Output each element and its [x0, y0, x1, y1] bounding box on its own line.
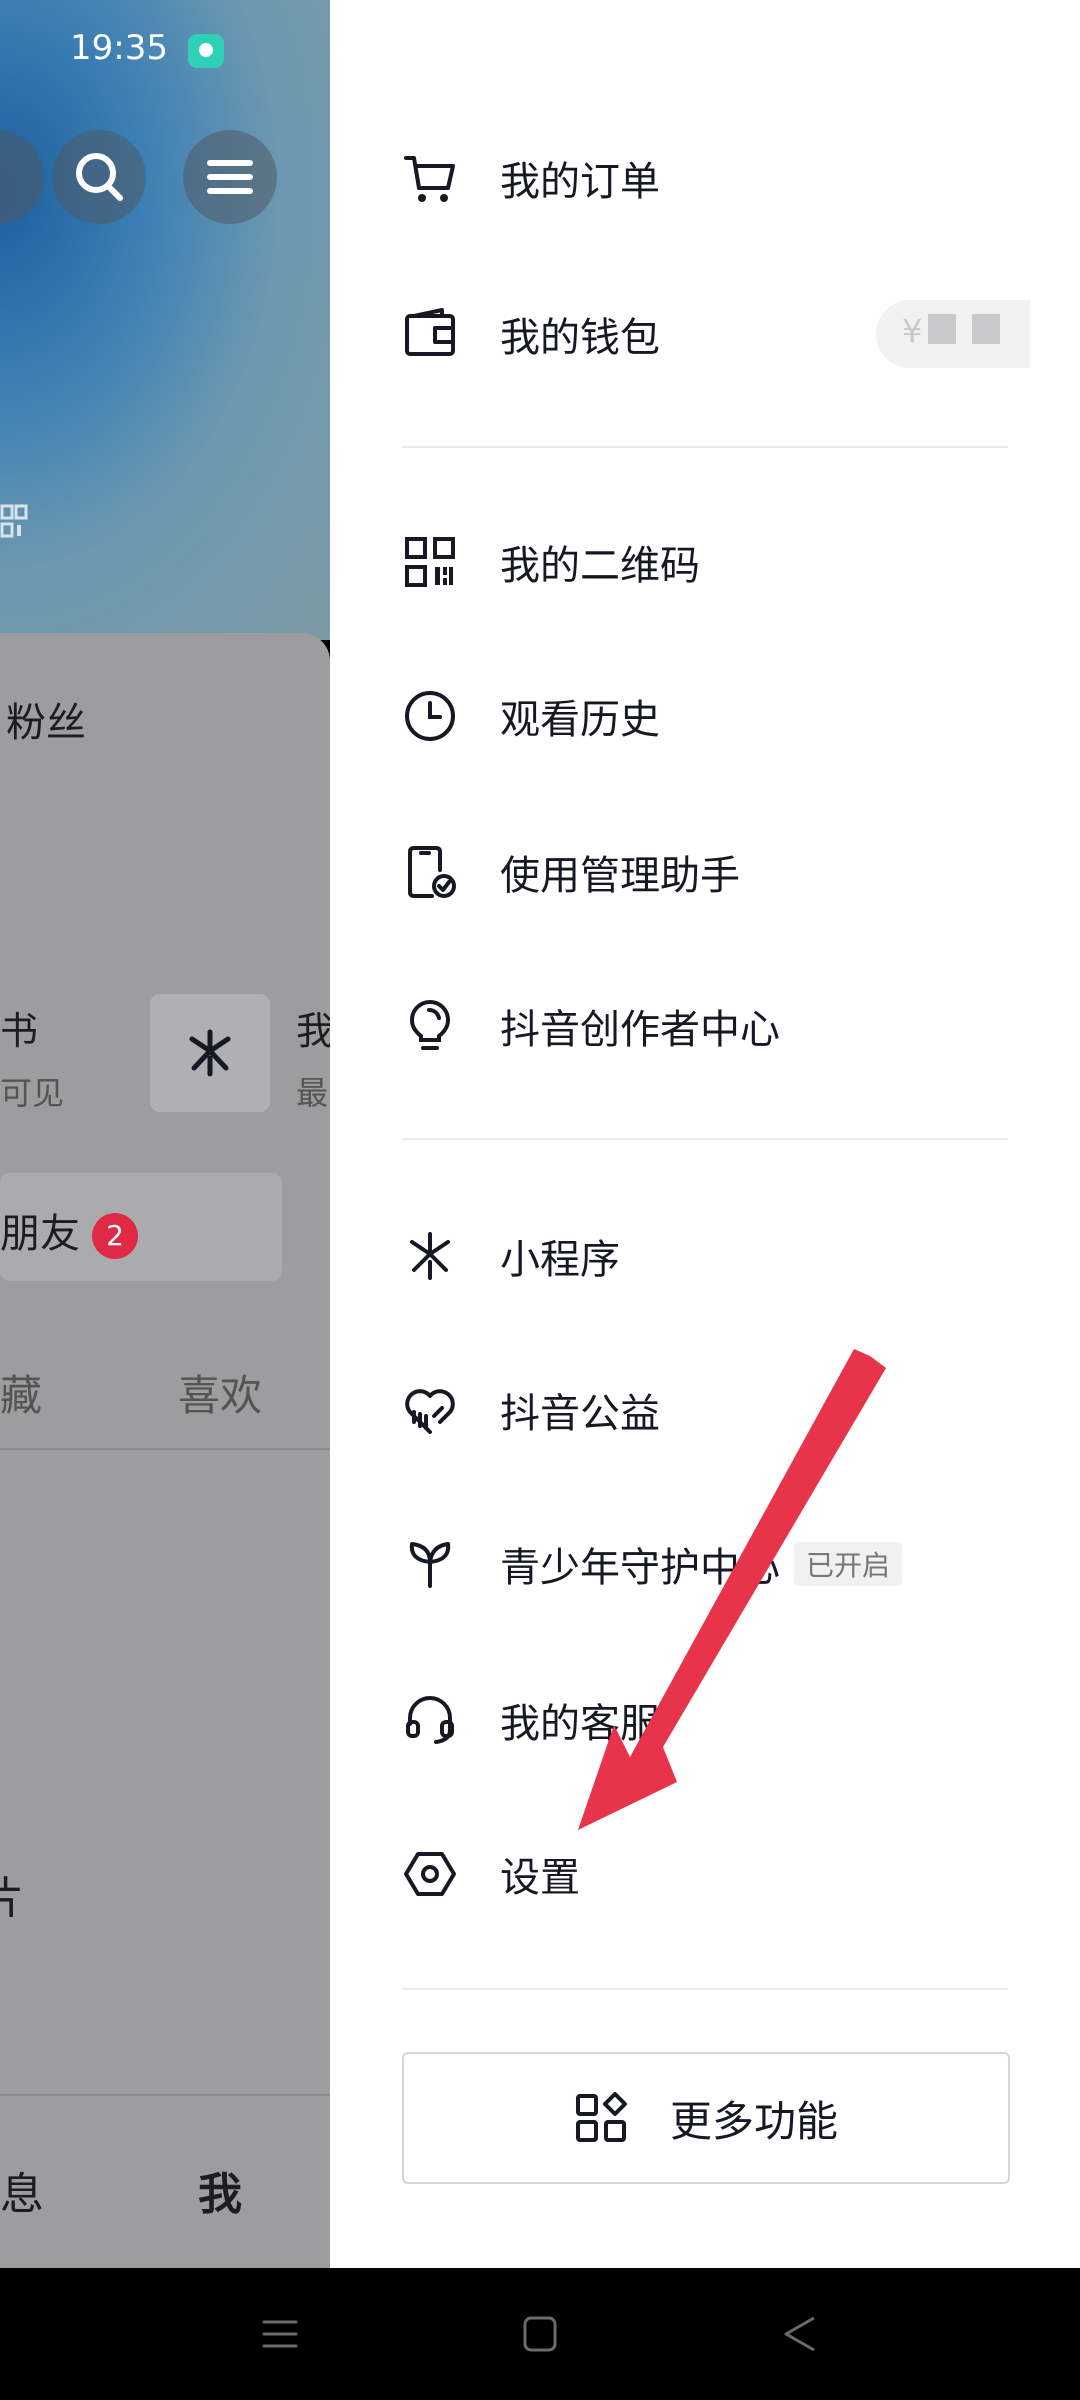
- lightbulb-icon: [402, 998, 458, 1054]
- friends-label: 朋友: [0, 1211, 80, 1257]
- menu-item-label: 观看历史: [500, 697, 660, 743]
- menu-item-label: 我的钱包: [500, 315, 660, 361]
- partial-text: 片: [0, 1873, 24, 1924]
- apps-icon: [575, 2092, 627, 2142]
- tab-collect[interactable]: 藏: [0, 1362, 42, 1423]
- menu-item-creator-center[interactable]: 抖音创作者中心: [402, 986, 780, 1066]
- mini-program-icon: [189, 1029, 231, 1077]
- tabs-divider: [0, 1448, 330, 1450]
- search-icon: [76, 153, 123, 201]
- menu-item-label: 小程序: [500, 1237, 620, 1283]
- side-drawer: 我的订单 我的钱包 ¥ 我的二维码 观看历史 使用管理助手 抖音创作者中心 小程…: [330, 0, 1080, 2268]
- fans-label: 粉丝: [6, 700, 86, 746]
- more-features-label: 更多功能: [669, 2096, 838, 2146]
- app-notification-icon: [188, 34, 224, 68]
- cart-icon: [402, 150, 458, 206]
- menu-divider: [402, 446, 1008, 448]
- menu-item-history[interactable]: 观看历史: [402, 676, 660, 756]
- currency-symbol: ¥: [902, 312, 923, 350]
- menu-item-label: 抖音公益: [500, 1391, 660, 1437]
- menu-item-wallet[interactable]: 我的钱包: [402, 294, 660, 374]
- menu-item-label: 我的客服: [500, 1701, 660, 1747]
- menu-item-label: 青少年守护中心: [500, 1545, 780, 1591]
- status-tag: 已开启: [794, 1542, 903, 1586]
- friends-badge: 2: [92, 1213, 138, 1259]
- menu-item-charity[interactable]: 抖音公益: [402, 1370, 660, 1450]
- mini-program-icon: [402, 1228, 458, 1284]
- menu-item-label: 设置: [500, 1855, 580, 1901]
- mini-program-card[interactable]: [150, 994, 270, 1112]
- phone-check-icon: [402, 844, 458, 900]
- menu-button[interactable]: [183, 130, 277, 224]
- card-left-title: 书: [0, 1009, 39, 1053]
- wallet-icon: [402, 306, 458, 362]
- menu-item-qrcode[interactable]: 我的二维码: [402, 522, 700, 602]
- card-right-title: 我: [296, 1009, 330, 1053]
- menu-divider: [402, 1138, 1008, 1140]
- menu-item-orders[interactable]: 我的订单: [402, 138, 660, 218]
- status-time: 19:35: [70, 28, 168, 68]
- settings-hexagon-icon: [402, 1846, 458, 1902]
- add-friends-bar[interactable]: 朋友 2: [0, 1173, 282, 1281]
- card-right-subtitle: 最: [296, 1074, 329, 1112]
- menu-item-youth-protection[interactable]: 青少年守护中心 已开启: [402, 1524, 903, 1604]
- profile-body: [0, 633, 330, 2268]
- tab-like[interactable]: 喜欢: [178, 1362, 262, 1423]
- menu-item-settings[interactable]: 设置: [402, 1834, 580, 1914]
- sprout-icon: [402, 1536, 458, 1592]
- clock-icon: [402, 688, 458, 744]
- menu-item-label: 使用管理助手: [500, 853, 740, 899]
- headset-icon: [402, 1692, 458, 1748]
- bottom-nav-divider: [0, 2094, 330, 2096]
- menu-item-customer-service[interactable]: 我的客服: [402, 1680, 660, 1760]
- menu-item-label: 我的二维码: [500, 543, 700, 589]
- charity-heart-icon: [402, 1382, 458, 1438]
- menu-item-mini-programs[interactable]: 小程序: [402, 1216, 620, 1296]
- system-navigation-bar: [0, 2268, 1080, 2400]
- home-square-icon[interactable]: [510, 2304, 570, 2364]
- qrcode-icon: [402, 534, 458, 590]
- menu-icon[interactable]: [250, 2304, 310, 2364]
- menu-divider: [402, 1988, 1008, 1990]
- wallet-balance-badge[interactable]: ¥: [876, 300, 1030, 368]
- more-features-button[interactable]: 更多功能: [402, 2052, 1010, 2184]
- nav-message[interactable]: 息: [0, 2158, 44, 2222]
- qrcode-mini-icon[interactable]: [0, 504, 28, 538]
- menu-item-label: 我的订单: [500, 159, 660, 205]
- menu-item-usage-assistant[interactable]: 使用管理助手: [402, 832, 740, 912]
- background-profile-page: 19:35 粉丝 书 可见 我 最 朋友 2 藏 喜欢 片 息 我: [0, 0, 330, 2268]
- hamburger-icon: [207, 160, 253, 194]
- search-button[interactable]: [52, 130, 146, 224]
- profile-cover: [0, 0, 330, 640]
- menu-item-label: 抖音创作者中心: [500, 1007, 780, 1053]
- nav-me[interactable]: 我: [198, 2158, 242, 2222]
- card-left-subtitle: 可见: [0, 1074, 65, 1112]
- back-triangle-icon[interactable]: [770, 2304, 830, 2364]
